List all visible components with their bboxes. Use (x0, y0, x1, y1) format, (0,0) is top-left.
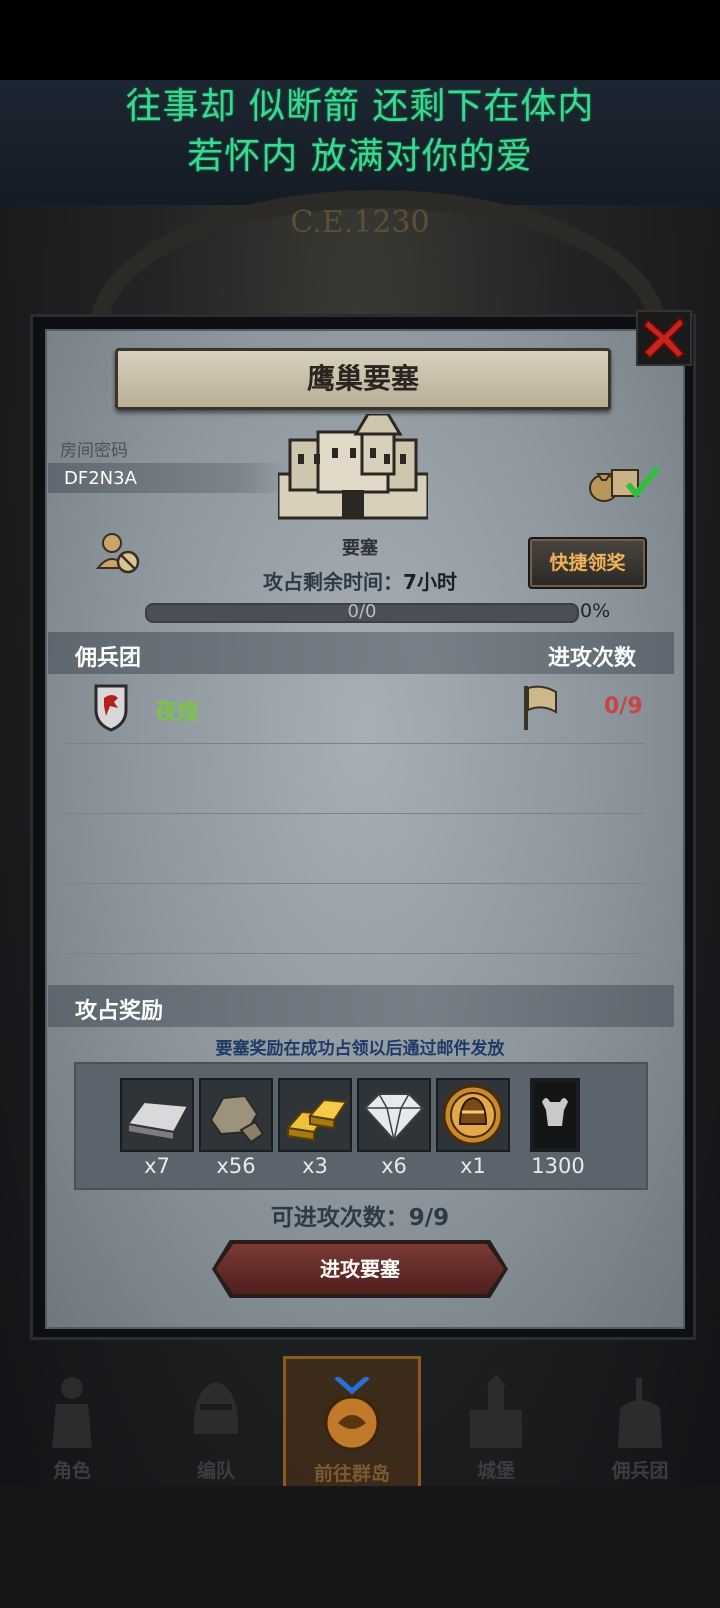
close-icon (642, 316, 686, 360)
gold-bars-icon (286, 1098, 348, 1142)
knight-icon (52, 1377, 92, 1448)
nav-mercenary-label: 佣兵团 (611, 1460, 669, 1482)
nav-formation-label: 编队 (196, 1460, 235, 1482)
lyrics-overlay: 往事却 似断箭 还剩下在体内 若怀内 放满对你的爱 (0, 80, 720, 207)
row-divider (65, 953, 645, 954)
mercenary-header: 佣兵团 (75, 646, 142, 671)
iron-bar-icon (126, 1100, 190, 1142)
reward-header: 攻占奖励 (75, 999, 164, 1024)
capture-progress-text: 0/0 (347, 601, 377, 622)
capture-progress-percent: 0% (580, 600, 611, 622)
nav-islands-label: 前往群岛 (313, 1463, 390, 1485)
island-emblem-icon (324, 1377, 380, 1451)
helmet-icon (193, 1382, 239, 1434)
close-button[interactable] (636, 310, 692, 366)
lyrics-line-2: 若怀内 放满对你的爱 (187, 136, 533, 177)
attacks-remaining: 可进攻次数：9/9 (0, 1198, 720, 1232)
row-divider (65, 743, 645, 744)
reward-qty: x7 (144, 1154, 170, 1178)
capture-progress-bar: 0/0 (145, 601, 579, 623)
nav-castle-label: 城堡 (476, 1460, 515, 1482)
mercenary-icon (618, 1378, 662, 1448)
knight-helmet-coin-icon (442, 1084, 504, 1146)
reward-item[interactable] (436, 1078, 510, 1152)
diamond-icon (363, 1093, 425, 1142)
nav-islands[interactable]: 前往群岛 (283, 1356, 421, 1491)
nav-mercenary[interactable]: 佣兵团 (568, 1356, 712, 1486)
attacks-header: 进攻次数 (548, 646, 637, 671)
bottom-area (0, 1486, 720, 1608)
room-code-value[interactable]: DF2N3A (64, 468, 137, 489)
row-divider (65, 883, 645, 884)
lyrics-line-1: 往事却 似断箭 还剩下在体内 (125, 86, 595, 127)
nav-character-label: 角色 (52, 1460, 91, 1482)
guild-shield-icon (94, 684, 128, 732)
attack-fortress-button[interactable]: 进攻要塞 (216, 1244, 504, 1294)
remaining-time: 攻占剩余时间：7小时 (0, 566, 720, 595)
reward-item[interactable] (278, 1078, 352, 1152)
mercenary-name[interactable]: 夜煌 (155, 694, 199, 726)
stone-icon (209, 1094, 265, 1144)
mercenary-attack-count: 0/9 (604, 694, 643, 719)
remaining-time-value: 7小时 (403, 570, 457, 594)
reward-note: 要塞奖励在成功占领以后通过邮件发放 (215, 1039, 505, 1059)
reward-qty: x1 (460, 1154, 486, 1178)
attacks-remaining-label: 可进攻次数： (270, 1205, 409, 1231)
flag-icon (524, 685, 557, 730)
reward-item[interactable] (357, 1078, 431, 1152)
castle-icon (470, 1374, 522, 1448)
reward-item[interactable] (120, 1078, 194, 1152)
dialog-title: 鹰巢要塞 (115, 348, 611, 410)
reward-qty: x6 (381, 1154, 407, 1178)
nav-formation[interactable]: 编队 (144, 1356, 288, 1486)
row-divider (65, 813, 645, 814)
reward-qty: 1300 (531, 1154, 585, 1178)
bull-banner-icon (534, 1082, 576, 1148)
room-code-label: 房间密码 (60, 441, 128, 461)
nav-castle[interactable]: 城堡 (424, 1356, 568, 1486)
bottom-nav: 角色 编队 前往群岛 城堡 佣兵团 (0, 1356, 720, 1491)
reward-bag-check-icon[interactable] (584, 458, 664, 504)
nav-character[interactable]: 角色 (0, 1356, 144, 1486)
reward-item[interactable] (530, 1078, 580, 1152)
fortress-castle-icon (278, 414, 428, 520)
status-bar (0, 0, 720, 80)
era-label: C.E.1230 (290, 205, 430, 240)
remaining-time-label: 攻占剩余时间： (263, 570, 404, 594)
reward-qty: x3 (302, 1154, 328, 1178)
reward-item[interactable] (199, 1078, 273, 1152)
attacks-remaining-value: 9/9 (408, 1205, 450, 1231)
reward-qty: x56 (216, 1154, 256, 1178)
